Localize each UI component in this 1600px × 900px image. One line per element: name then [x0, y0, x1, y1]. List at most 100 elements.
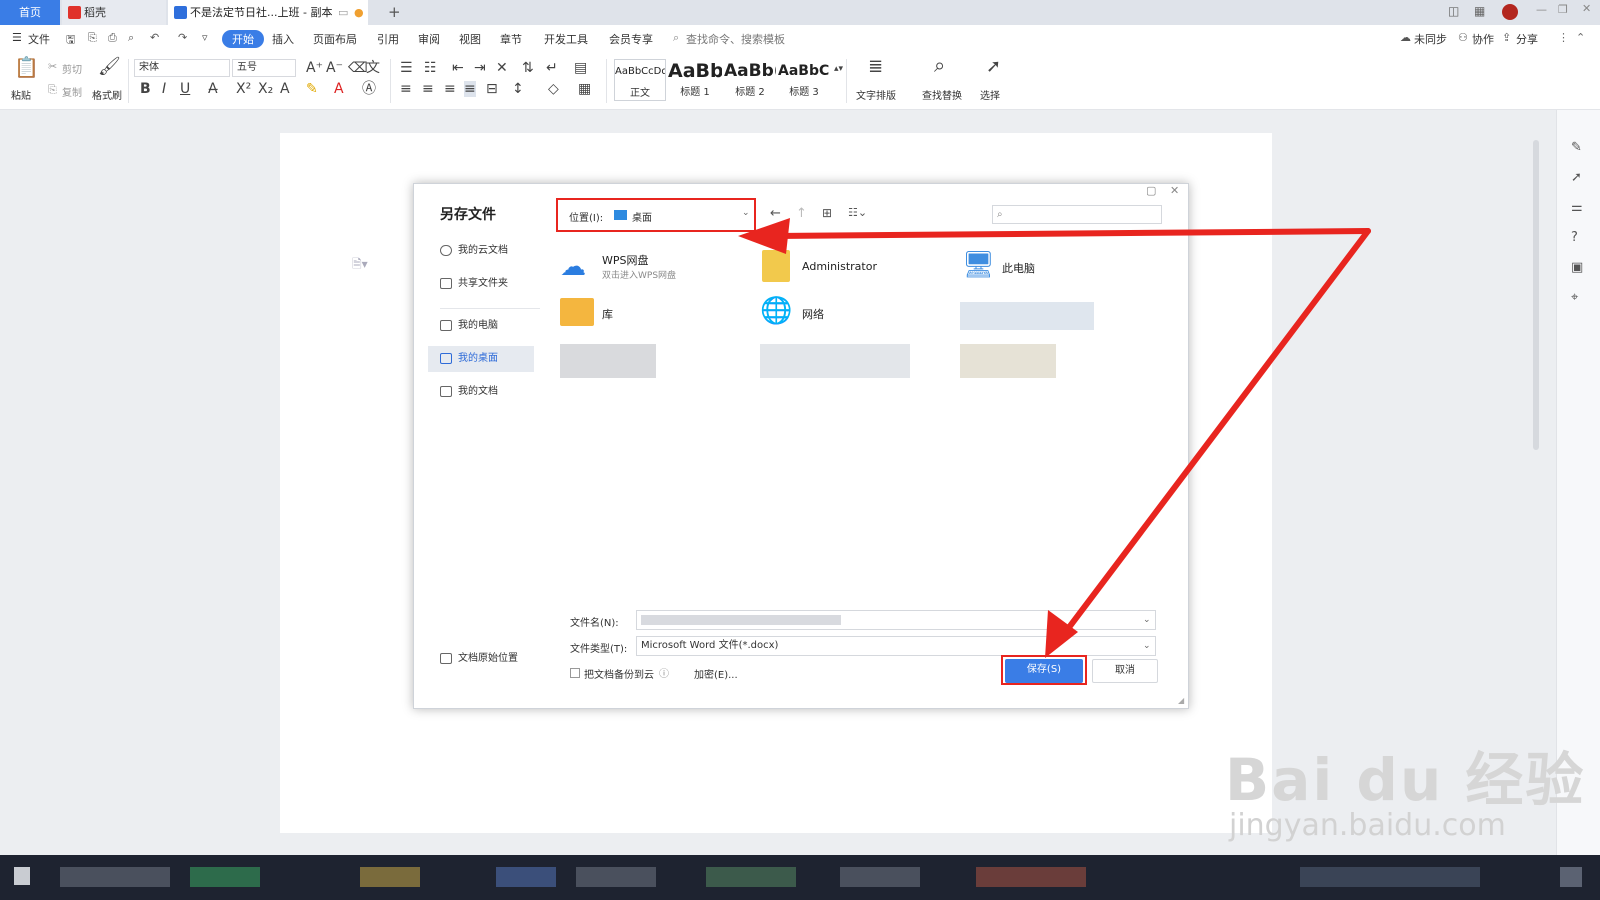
- location-select[interactable]: 桌面 ⌄: [614, 206, 750, 226]
- tab-home[interactable]: 首页: [0, 0, 60, 25]
- italic-icon[interactable]: I: [162, 81, 166, 97]
- taskbar-app[interactable]: [360, 867, 420, 887]
- strike-icon[interactable]: A̶: [208, 81, 218, 97]
- notification-icon[interactable]: [1560, 867, 1582, 887]
- preview-icon[interactable]: ⌕: [128, 31, 134, 45]
- taskbar-app[interactable]: [60, 867, 170, 887]
- maximize-icon[interactable]: ▢: [1146, 184, 1156, 197]
- settings-slider-icon[interactable]: ⚌: [1571, 200, 1583, 215]
- taskbar-app[interactable]: [576, 867, 656, 887]
- align-center-icon[interactable]: ≡: [422, 81, 434, 97]
- align-left-icon[interactable]: ≡: [400, 81, 412, 97]
- cut-label[interactable]: 剪切: [62, 61, 82, 76]
- sidebar-item-documents[interactable]: 我的文档: [428, 379, 534, 405]
- minimize-icon[interactable]: —: [1536, 3, 1547, 16]
- shading-icon[interactable]: ◇: [548, 81, 559, 97]
- file-item-network[interactable]: 🌐 网络: [760, 296, 940, 336]
- align-right-icon[interactable]: ≡: [444, 81, 456, 97]
- grow-font-icon[interactable]: A⁺: [306, 60, 323, 76]
- sidebar-item-cloud-docs[interactable]: 我的云文档: [428, 238, 534, 264]
- layout-icon[interactable]: ◫: [1448, 4, 1459, 18]
- find-replace-icon[interactable]: ⌕: [934, 55, 945, 75]
- tab-document[interactable]: 不是法定节日社...上班 - 副本 ▭ ●: [168, 0, 368, 25]
- filename-input[interactable]: ⌄: [636, 610, 1156, 630]
- paste-label[interactable]: 粘贴: [11, 87, 31, 102]
- new-tab-button[interactable]: +: [380, 0, 409, 25]
- select-cursor-icon[interactable]: ➚: [986, 58, 1001, 76]
- taskbar-app[interactable]: [976, 867, 1086, 887]
- taskbar-app[interactable]: [496, 867, 556, 887]
- view-mode-icon[interactable]: ☷⌄: [848, 206, 867, 219]
- cursor-icon[interactable]: ➚: [1571, 170, 1582, 185]
- sidebar-item-original-location[interactable]: 文档原始位置: [428, 646, 534, 672]
- style-heading-2[interactable]: AaBb( 标题 2: [724, 59, 776, 101]
- start-icon[interactable]: [14, 867, 30, 885]
- sidebar-item-shared[interactable]: 共享文件夹: [428, 271, 534, 297]
- table-icon[interactable]: ▤: [574, 60, 587, 76]
- chinese-layout-icon[interactable]: ✕: [496, 60, 508, 76]
- indent-increase-icon[interactable]: ⇥: [474, 60, 486, 76]
- phonetic-icon[interactable]: 文: [366, 60, 380, 76]
- share-button[interactable]: 分享: [1516, 31, 1538, 47]
- menu-view[interactable]: 视图: [459, 31, 481, 47]
- menu-chapter[interactable]: 章节: [500, 31, 522, 47]
- new-folder-icon[interactable]: ⊞: [822, 206, 832, 220]
- blurred-file[interactable]: [960, 302, 1094, 330]
- redo-icon[interactable]: ↷: [178, 31, 187, 44]
- up-icon[interactable]: ↑: [796, 206, 807, 221]
- style-heading-3[interactable]: AaBbC( 标题 3: [778, 59, 830, 101]
- cut-icon[interactable]: ✂: [48, 59, 57, 75]
- close-icon[interactable]: ✕: [1170, 184, 1179, 197]
- location-icon[interactable]: ⌖: [1571, 290, 1578, 305]
- help-icon[interactable]: ?: [1571, 230, 1578, 245]
- filetype-select[interactable]: Microsoft Word 文件(*.docx) ⌄: [636, 636, 1156, 656]
- file-item-library[interactable]: 库: [560, 296, 740, 336]
- more-icon[interactable]: ⋮: [1558, 31, 1569, 44]
- paste-icon[interactable]: 📋: [14, 57, 39, 77]
- taskbar-app[interactable]: [840, 867, 920, 887]
- info-icon[interactable]: ⓘ: [659, 665, 669, 680]
- style-heading-1[interactable]: AaBb 标题 1: [668, 59, 722, 101]
- paragraph-handle-icon[interactable]: 🗎▾: [352, 255, 368, 276]
- copy-label[interactable]: 复制: [62, 84, 82, 99]
- menu-start[interactable]: 开始: [222, 30, 264, 48]
- sidebar-item-desktop[interactable]: 我的桌面: [428, 346, 534, 372]
- number-list-icon[interactable]: ☷: [424, 60, 437, 76]
- show-marks-icon[interactable]: ↵: [546, 60, 558, 76]
- restore-icon[interactable]: ❐: [1558, 3, 1568, 16]
- select-label[interactable]: 选择: [980, 87, 1000, 102]
- search-input[interactable]: ⌕: [992, 205, 1162, 224]
- backup-checkbox[interactable]: [570, 668, 580, 678]
- font-size-select[interactable]: 五号: [232, 59, 296, 77]
- taskbar-app[interactable]: [706, 867, 796, 887]
- pen-icon[interactable]: ✎: [1571, 140, 1582, 155]
- borders-icon[interactable]: ▦: [578, 81, 591, 97]
- back-icon[interactable]: ←: [770, 206, 781, 221]
- styles-more-icon[interactable]: ▴▾: [834, 61, 843, 77]
- grid-icon[interactable]: ▦: [1474, 4, 1485, 18]
- close-icon[interactable]: ✕: [1582, 2, 1591, 15]
- blurred-file[interactable]: [960, 344, 1056, 378]
- font-select[interactable]: 宋体: [134, 59, 230, 77]
- menu-file[interactable]: 文件: [28, 31, 50, 47]
- format-painter-icon[interactable]: 🖌: [98, 58, 121, 76]
- menu-insert[interactable]: 插入: [272, 31, 294, 47]
- save-button[interactable]: 保存(S): [1005, 659, 1083, 683]
- undo-icon[interactable]: ↶: [150, 31, 159, 44]
- blurred-file[interactable]: [760, 344, 910, 378]
- save-icon[interactable]: 🖫: [66, 31, 75, 50]
- text-effect-icon[interactable]: A: [280, 81, 290, 97]
- sync-status[interactable]: 未同步: [1414, 31, 1447, 47]
- char-border-icon[interactable]: Ⓐ: [362, 81, 376, 97]
- encrypt-link[interactable]: 加密(E)...: [694, 666, 738, 681]
- customize-icon[interactable]: ▿: [202, 31, 208, 44]
- underline-icon[interactable]: U: [180, 81, 190, 97]
- tab-daoke[interactable]: 稻壳: [62, 0, 166, 25]
- review-icon[interactable]: ▣: [1571, 260, 1583, 275]
- file-item-this-pc[interactable]: 🖥 此电脑: [960, 248, 1140, 288]
- shrink-font-icon[interactable]: A⁻: [326, 60, 343, 76]
- taskbar-app[interactable]: [190, 867, 260, 887]
- bullet-list-icon[interactable]: ☰: [400, 60, 413, 76]
- text-layout-label[interactable]: 文字排版: [856, 87, 896, 102]
- menu-member[interactable]: 会员专享: [609, 31, 653, 47]
